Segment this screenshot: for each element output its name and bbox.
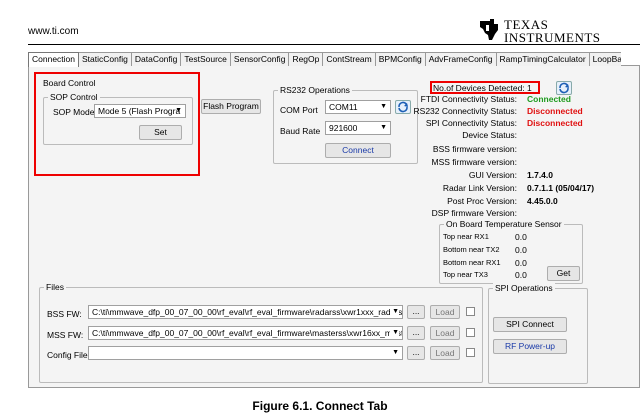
temp-value-top-tx3: 0.0: [515, 270, 527, 280]
mss-fw-path: C:\ti\mmwave_dfp_00_07_00_00\rf_eval\rf_…: [92, 328, 403, 338]
temp-value-top-rx1: 0.0: [515, 232, 527, 242]
spi-status-label: SPI Connectivity Status:: [425, 118, 517, 128]
chevron-down-icon: ▼: [390, 327, 399, 339]
rs232-status-label: RS232 Connectivity Status:: [413, 106, 517, 116]
flash-program-button[interactable]: Flash Program: [201, 99, 261, 114]
baud-rate-label: Baud Rate: [280, 126, 321, 136]
chevron-down-icon: ▼: [380, 124, 387, 131]
baud-rate-value: 921600: [329, 123, 358, 133]
com-port-value: COM11: [329, 102, 358, 112]
temp-label-bottom-rx1: Bottom near RX1: [443, 258, 501, 267]
dsp-fw-label: DSP firmware Version:: [431, 208, 517, 218]
bss-browse-button[interactable]: ...: [407, 305, 425, 319]
mss-browse-button[interactable]: ...: [407, 326, 425, 340]
ti-logo: TEXAS INSTRUMENTS: [478, 16, 623, 46]
bss-load-button[interactable]: Load: [430, 305, 460, 319]
tab-bpmconfig[interactable]: BPMConfig: [374, 52, 426, 66]
com-port-select[interactable]: COM11 ▼: [325, 100, 391, 114]
mss-load-checkbox[interactable]: [466, 328, 475, 337]
get-temperature-button[interactable]: Get: [547, 266, 580, 281]
rf-power-up-button[interactable]: RF Power-up: [493, 339, 567, 354]
ftdi-status-value: Connected: [527, 94, 571, 104]
temperature-title: On Board Temperature Sensor: [444, 219, 564, 229]
temp-value-bottom-tx2: 0.0: [515, 245, 527, 255]
temp-label-top-tx3: Top near TX3: [443, 270, 488, 279]
mss-fw-file-label: MSS FW:: [47, 330, 84, 340]
chevron-down-icon: ▼: [392, 349, 399, 356]
figure-caption: Figure 6.1. Connect Tab: [252, 399, 388, 413]
rs232-status-value: Disconnected: [527, 106, 583, 116]
tab-testsource[interactable]: TestSource: [180, 52, 231, 66]
config-load-checkbox[interactable]: [466, 348, 475, 357]
devices-detected-label: No.of Devices Detected:: [433, 83, 525, 93]
sop-control-title: SOP Control: [48, 92, 100, 102]
files-title: Files: [44, 282, 66, 292]
mss-fw-path-select[interactable]: C:\ti\mmwave_dfp_00_07_00_00\rf_eval\rf_…: [88, 326, 403, 340]
sop-mode-label: SOP Mode: [53, 107, 95, 117]
bss-fw-path: C:\ti\mmwave_dfp_00_07_00_00\rf_eval\rf_…: [92, 307, 403, 317]
temp-label-top-rx1: Top near RX1: [443, 232, 489, 241]
spi-operations-group: SPI Operations: [488, 283, 588, 384]
refresh-devices-icon[interactable]: [556, 81, 572, 95]
bss-fw-label: BSS firmware version:: [432, 144, 517, 154]
tab-bar: Connection StaticConfig DataConfig TestS…: [28, 52, 640, 67]
board-control-title: Board Control: [43, 78, 96, 88]
mss-fw-label: MSS firmware version:: [431, 157, 518, 167]
config-file-label: Config File:: [47, 350, 90, 360]
rs232-title: RS232 Operations: [278, 85, 352, 95]
config-file-select[interactable]: ▼: [88, 346, 403, 360]
gui-version-value: 1.7.4.0: [527, 170, 553, 180]
sop-mode-value: Mode 5 (Flash Progra: [98, 106, 181, 116]
postproc-label: Post Proc Version:: [447, 196, 517, 206]
set-button[interactable]: Set: [139, 125, 182, 140]
spi-status-value: Disconnected: [527, 118, 583, 128]
chevron-down-icon: ▼: [390, 306, 399, 318]
device-status-label: Device Status:: [462, 130, 517, 140]
bss-load-checkbox[interactable]: [466, 307, 475, 316]
tab-advframeconfig[interactable]: AdvFrameConfig: [424, 52, 497, 66]
tab-dataconfig[interactable]: DataConfig: [130, 52, 182, 66]
tab-loopback[interactable]: LoopBack: [588, 52, 621, 66]
tab-staticconfig[interactable]: StaticConfig: [78, 52, 132, 66]
ftdi-status-label: FTDI Connectivity Status:: [420, 94, 517, 104]
bss-fw-file-label: BSS FW:: [47, 309, 82, 319]
bss-fw-path-select[interactable]: C:\ti\mmwave_dfp_00_07_00_00\rf_eval\rf_…: [88, 305, 403, 319]
chevron-down-icon: ▼: [175, 107, 182, 114]
baud-rate-select[interactable]: 921600 ▼: [325, 121, 391, 135]
radar-link-label: Radar Link Version:: [442, 183, 517, 193]
tab-sensorconfig[interactable]: SensorConfig: [229, 52, 290, 66]
postproc-value: 4.45.0.0: [527, 196, 558, 206]
connect-button[interactable]: Connect: [325, 143, 391, 158]
tab-ramptimingcalculator[interactable]: RampTimingCalculator: [495, 52, 590, 66]
gui-version-label: GUI Version:: [468, 170, 517, 180]
header-divider: [28, 44, 640, 45]
tab-regop[interactable]: RegOp: [288, 52, 324, 66]
com-port-label: COM Port: [280, 105, 318, 115]
ti-logo-icon: [480, 19, 498, 40]
radar-link-value: 0.7.1.1 (05/04/17): [527, 183, 595, 193]
spi-operations-title: SPI Operations: [493, 283, 555, 293]
tab-connection[interactable]: Connection: [28, 52, 80, 67]
temp-label-bottom-tx2: Bottom near TX2: [443, 245, 500, 254]
mss-load-button[interactable]: Load: [430, 326, 460, 340]
logo-text-instruments: INSTRUMENTS: [504, 30, 601, 45]
tab-contstream[interactable]: ContStream: [322, 52, 376, 66]
site-url: www.ti.com: [28, 26, 79, 37]
config-browse-button[interactable]: ...: [407, 346, 425, 360]
config-load-button[interactable]: Load: [430, 346, 460, 360]
devices-detected-value: 1: [527, 83, 532, 93]
temp-value-bottom-rx1: 0.0: [515, 258, 527, 268]
sop-mode-select[interactable]: Mode 5 (Flash Progra ▼: [94, 104, 186, 118]
chevron-down-icon: ▼: [380, 103, 387, 110]
spi-connect-button[interactable]: SPI Connect: [493, 317, 567, 332]
